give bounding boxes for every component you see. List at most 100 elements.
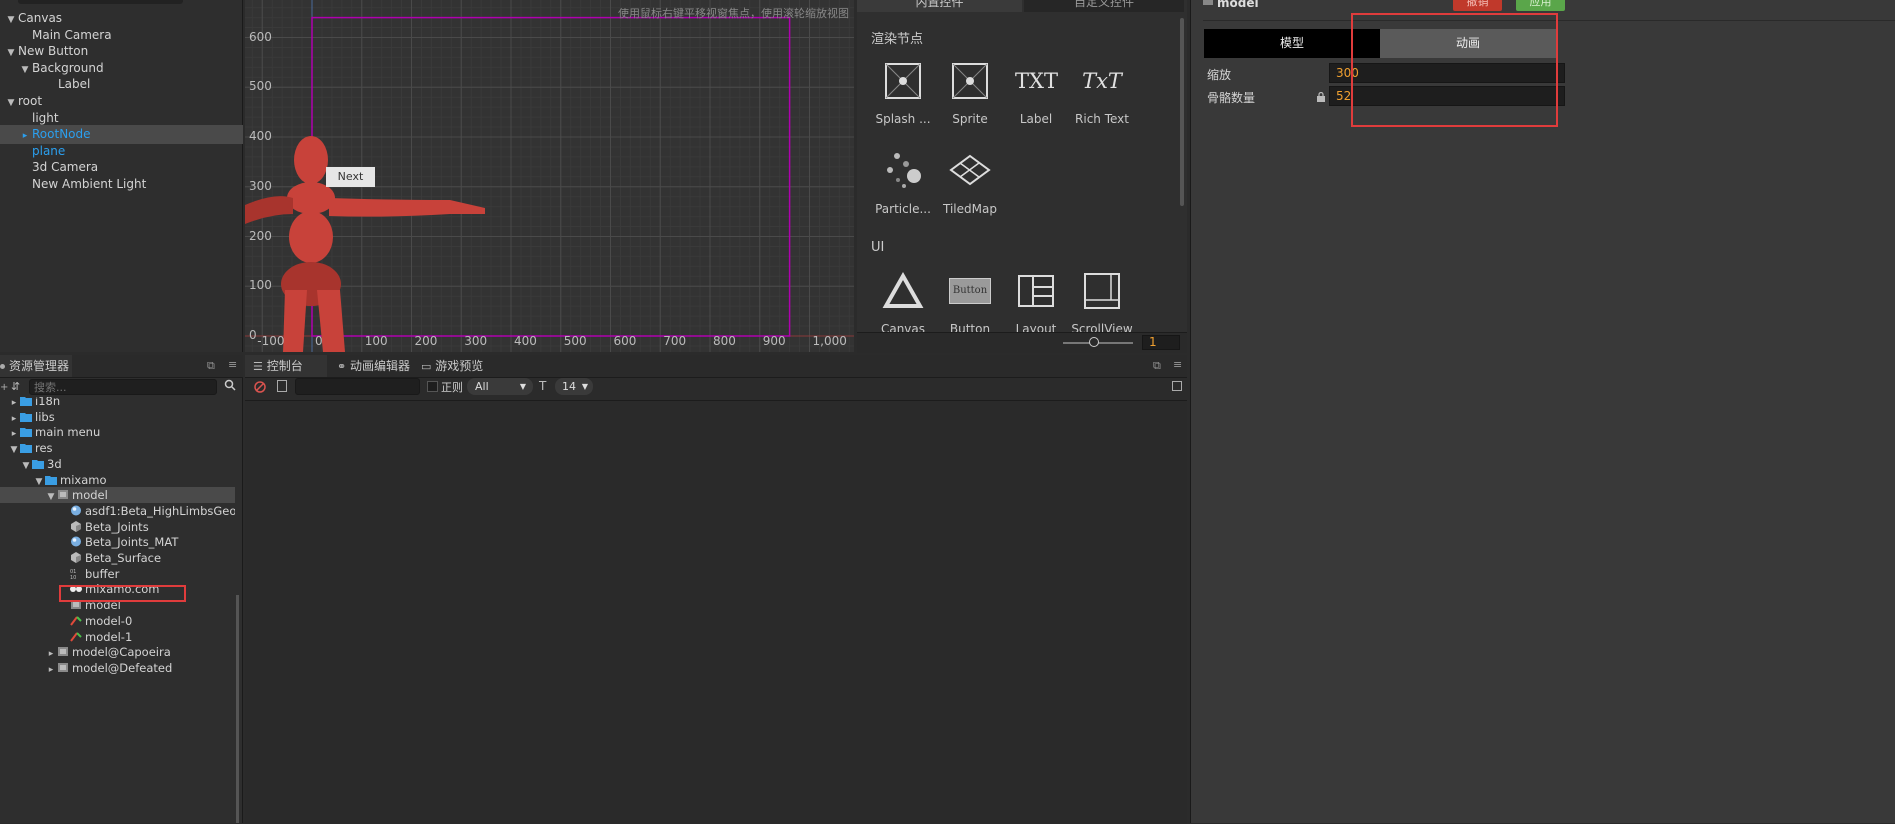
hierarchy-panel: ▼ Canvas Main Camera ▼ New Button ▼ Background… — [0, 0, 243, 352]
tiledmap-icon — [949, 150, 991, 192]
asset-label: Beta_Surface — [85, 551, 162, 565]
node-label: Label — [58, 77, 91, 92]
popout-icon[interactable]: ⧉ — [207, 359, 215, 373]
asset-label: 3d — [47, 456, 62, 471]
widget-library-panel: 内置控件 自定义控件 渲染节点 Splash ... Sprite TXT La… — [857, 0, 1187, 353]
animation-icon: ⚭ — [337, 360, 347, 373]
zoom-input[interactable]: 1 — [1142, 335, 1180, 350]
asset-item[interactable]: model-0 — [0, 613, 235, 629]
node-label: New Button — [18, 44, 89, 59]
expand-arrow-icon[interactable]: ▼ — [18, 61, 32, 80]
y-axis-tick-label: 100 — [249, 278, 272, 293]
folder-icon — [32, 457, 44, 469]
expand-arrow-icon[interactable]: ▼ — [4, 11, 18, 30]
y-axis-tick-label: 300 — [249, 178, 272, 193]
hierarchy-search[interactable] — [18, 0, 183, 4]
scene-panel[interactable]: 使用鼠标右键平移视窗焦点，使用滚轮缩放视图 Next -100 0 100 200 30… — [245, 0, 854, 352]
asset-label: model-1 — [85, 629, 133, 644]
clear-icon[interactable] — [254, 381, 266, 393]
popout-icon[interactable]: ⧉ — [1153, 359, 1161, 373]
tab-builtin[interactable]: 内置控件 — [857, 0, 1022, 12]
revert-button[interactable]: 撤销 — [1453, 0, 1502, 11]
button-glyph: Button — [949, 278, 991, 304]
console-icon: ☰ — [253, 360, 263, 373]
log-level-select[interactable]: All ▼ — [467, 378, 533, 395]
tab-assets[interactable]: 资源管理器 — [0, 355, 72, 377]
asset-item[interactable]: Beta_Surface — [0, 550, 235, 566]
create-icon[interactable]: + — [0, 382, 8, 393]
widget-panel-scrollbar[interactable] — [1180, 18, 1184, 206]
log-file-icon[interactable] — [277, 380, 287, 392]
asset-label: model@Capoeira — [72, 645, 171, 660]
widget-footer: 1 — [857, 332, 1187, 353]
asset-item[interactable]: ▼ 3d — [0, 456, 235, 472]
collapse-icon[interactable] — [1172, 381, 1182, 391]
asset-item[interactable]: asdf1:Beta_HighLimbsGeoSG2 — [0, 503, 235, 519]
regex-checkbox[interactable] — [427, 381, 438, 392]
asset-item[interactable]: ▼ model — [0, 487, 235, 504]
node-label: Canvas — [18, 11, 63, 25]
y-axis-tick-label: 600 — [249, 29, 272, 44]
tab-label: 控制台 — [266, 359, 303, 373]
assets-search-input[interactable] — [29, 379, 217, 395]
widget-label: Splash ... — [875, 112, 931, 126]
widget-label: Particle... — [875, 202, 931, 216]
menu-icon[interactable]: ≡ — [1173, 358, 1182, 371]
tab-console[interactable]: ☰ 控制台 — [245, 355, 327, 377]
model-head — [294, 136, 328, 184]
search-icon[interactable] — [224, 379, 236, 391]
expand-arrow-icon[interactable]: ▸ — [45, 662, 57, 678]
asset-label: i18n — [35, 397, 61, 408]
asset-item[interactable]: Beta_Joints_MAT — [0, 534, 235, 550]
asset-item[interactable]: ▸ model@Defeated — [0, 660, 235, 676]
expand-arrow-icon[interactable]: ▼ — [4, 94, 18, 113]
select-value: All — [475, 380, 489, 393]
hierarchy-node[interactable]: New Ambient Light — [18, 175, 146, 194]
asset-label: res — [35, 441, 53, 456]
font-size-select[interactable]: 14 ▼ — [555, 378, 593, 395]
tab-game-preview[interactable]: ▭ 游戏预览 — [413, 355, 497, 377]
hierarchy-node[interactable]: Label — [44, 75, 90, 94]
assets-scrollbar[interactable] — [236, 595, 239, 823]
folder-icon — [20, 397, 32, 406]
asset-item[interactable]: model-1 — [0, 629, 235, 645]
sort-icon[interactable]: ⇵ — [11, 380, 20, 393]
tab-animation-editor[interactable]: ⚭ 动画编辑器 — [329, 355, 413, 377]
apply-button[interactable]: 应用 — [1516, 0, 1565, 11]
asset-item[interactable]: ▼ mixamo — [0, 472, 235, 488]
widget-label: Canvas — [880, 322, 926, 332]
widget-richtext[interactable]: TxT Rich Text — [1062, 60, 1142, 126]
console-filter-input[interactable] — [295, 378, 420, 395]
asset-label: mixamo — [60, 472, 107, 487]
widget-label: ScrollView — [1071, 322, 1133, 332]
next-button[interactable]: Next — [326, 167, 375, 187]
node-label: root — [18, 94, 43, 108]
widget-scrollview[interactable]: ScrollView — [1062, 270, 1142, 332]
asset-item[interactable]: ▸ main menu — [0, 424, 235, 440]
asset-item[interactable]: ▸ model@Capoeira — [0, 644, 235, 660]
asset-item[interactable]: ▼ res — [0, 440, 235, 456]
asset-item[interactable]: Beta_Joints — [0, 519, 235, 535]
expand-arrow-icon[interactable]: ▼ — [4, 44, 18, 63]
inspector-title: model — [1217, 0, 1259, 10]
asset-item[interactable]: ▸ i18n — [0, 397, 235, 409]
x-axis-tick-label: -100 — [257, 334, 285, 348]
zoom-slider-knob[interactable] — [1089, 337, 1099, 347]
widget-tiledmap[interactable]: TiledMap — [930, 150, 1010, 216]
ui-section-title: UI — [871, 240, 885, 255]
y-axis-tick-label: 400 — [249, 129, 272, 143]
model-icon — [57, 488, 69, 500]
tab-custom[interactable]: 自定义控件 — [1024, 0, 1184, 12]
asset-item[interactable]: 01 10 buffer — [0, 566, 235, 582]
asset-label: libs — [35, 409, 55, 424]
asset-item[interactable]: ▸ libs — [0, 409, 235, 425]
console-log-area[interactable] — [245, 400, 1187, 824]
widget-label: Label — [1019, 112, 1053, 126]
x-axis-tick-label: 800 — [713, 334, 736, 348]
menu-icon[interactable]: ≡ — [228, 358, 237, 371]
widget-label: Rich Text — [1075, 112, 1129, 126]
x-axis-tick-label: 1,000 — [812, 334, 847, 348]
asset-label: Beta_Joints_MAT — [85, 535, 179, 550]
tab-label: 游戏预览 — [435, 359, 484, 373]
node-label: New Ambient Light — [32, 177, 147, 191]
